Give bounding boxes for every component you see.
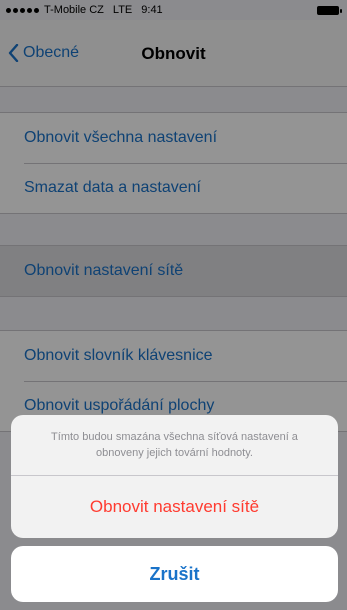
action-sheet-message: Tímto budou smazána všechna síťová nasta… xyxy=(11,415,338,476)
cancel-button[interactable]: Zrušit xyxy=(11,546,338,602)
action-sheet: Tímto budou smazána všechna síťová nasta… xyxy=(11,415,338,538)
screen: T-Mobile CZ LTE 9:41 Obecné Obnovit Obno… xyxy=(0,0,347,610)
reset-network-confirm-button[interactable]: Obnovit nastavení sítě xyxy=(11,476,338,538)
